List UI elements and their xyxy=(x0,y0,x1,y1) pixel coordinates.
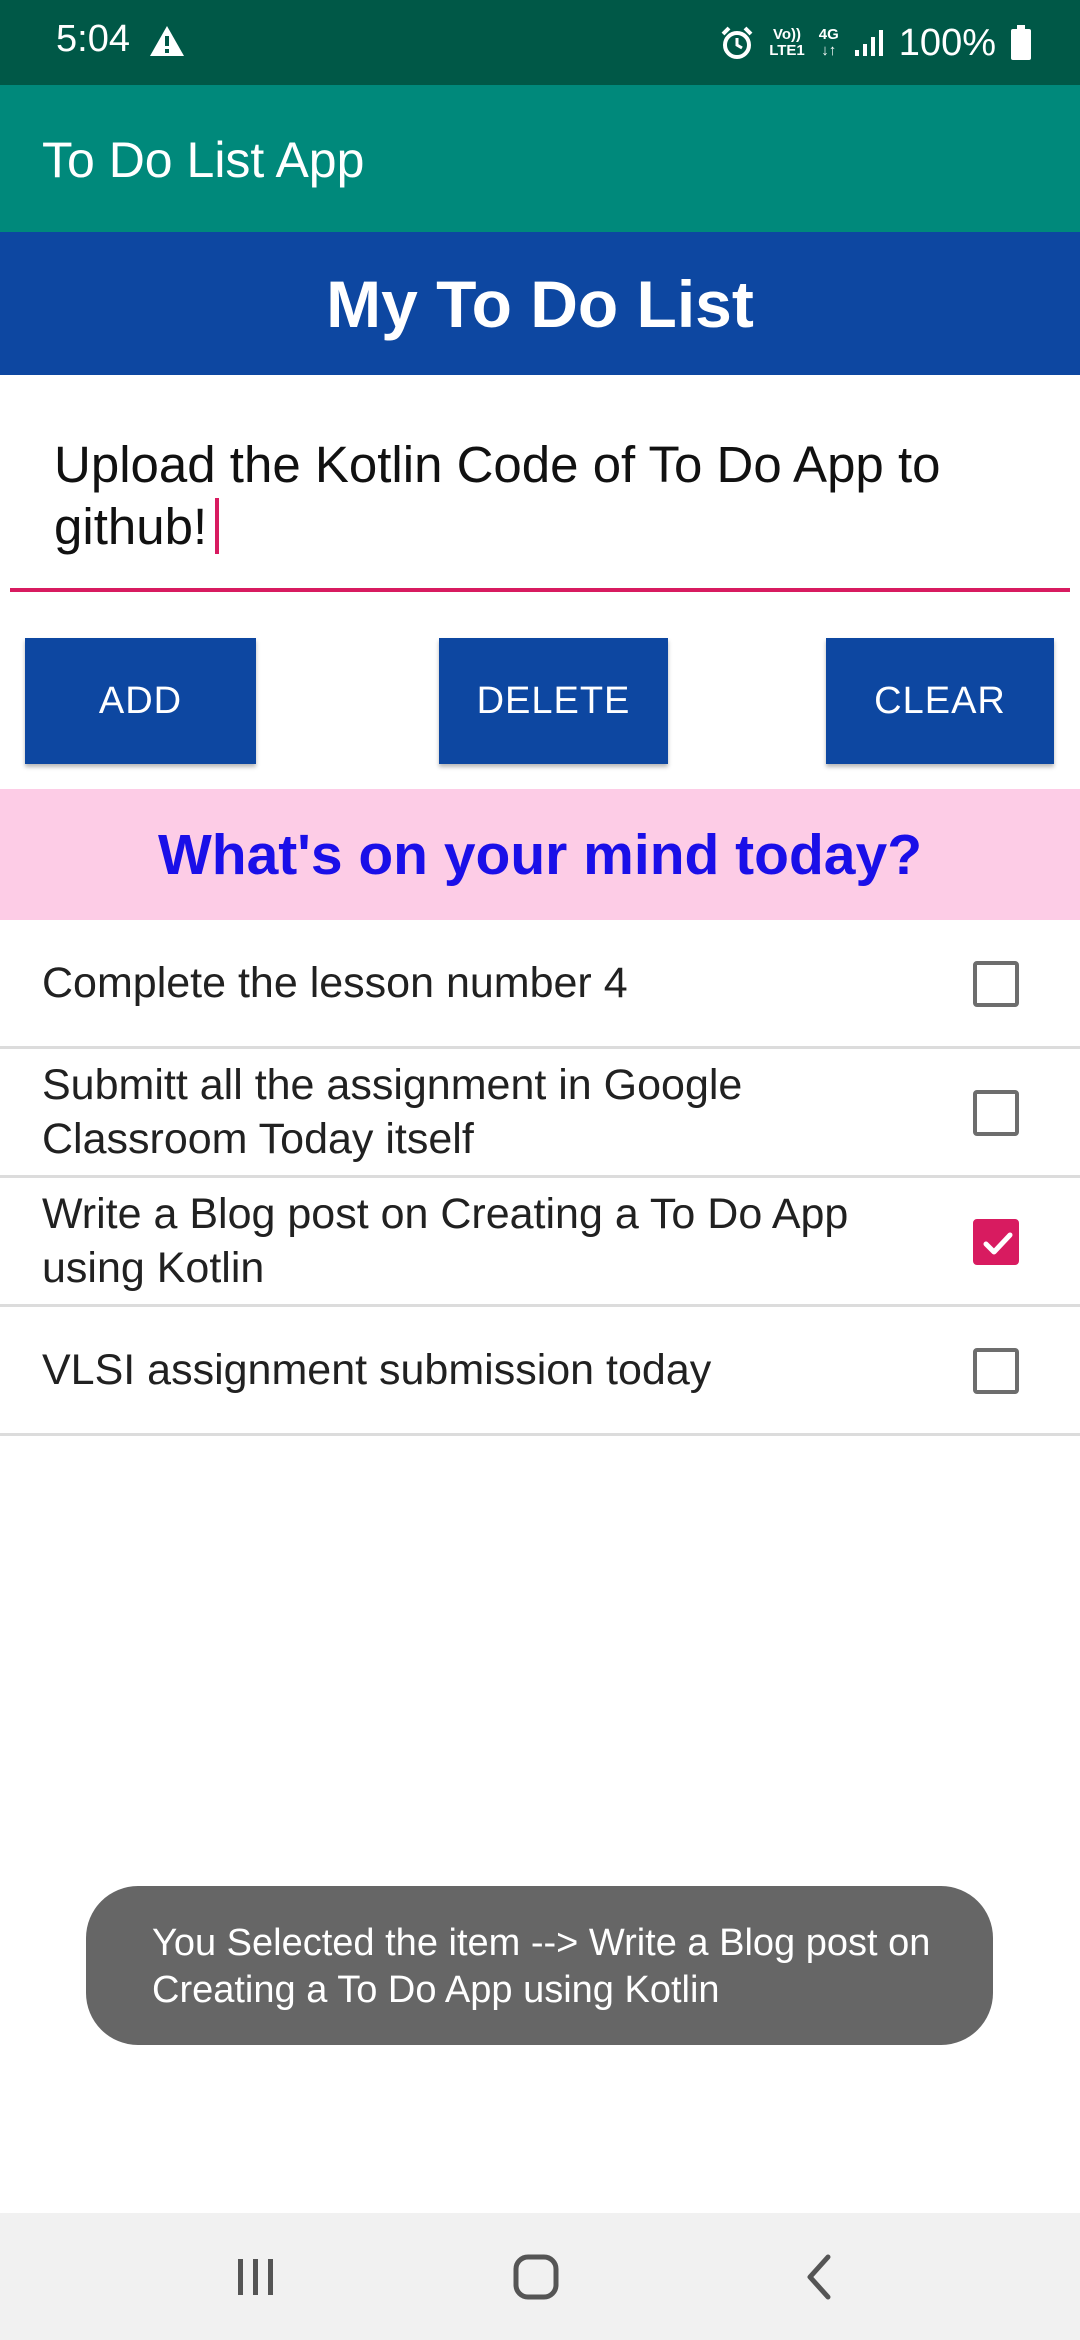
battery-level: 100% xyxy=(898,21,996,64)
list-item[interactable]: VLSI assignment submission today xyxy=(0,1307,1080,1436)
todo-checkbox[interactable] xyxy=(973,1219,1019,1265)
app-title: To Do List App xyxy=(42,132,365,188)
toast-message: You Selected the item --> Write a Blog p… xyxy=(86,1886,993,2045)
prompt-text: What's on your mind today? xyxy=(157,822,923,887)
todo-list: Complete the lesson number 4 Submitt all… xyxy=(0,920,1080,1436)
clear-button[interactable]: CLEAR xyxy=(826,638,1054,764)
battery-icon xyxy=(1010,25,1032,61)
recents-icon[interactable] xyxy=(226,2249,286,2305)
volte-label: Vo)) xyxy=(772,26,802,43)
volte-indicator: Vo)) LTE1 xyxy=(769,27,805,59)
list-title: My To Do List xyxy=(326,266,754,341)
task-input[interactable]: Upload the Kotlin Code of To Do App to g… xyxy=(10,420,1070,592)
text-caret xyxy=(215,498,220,554)
todo-checkbox[interactable] xyxy=(973,961,1019,1007)
warning-icon xyxy=(148,24,186,58)
prompt-banner: What's on your mind today? xyxy=(0,789,1080,920)
todo-text: VLSI assignment submission today xyxy=(42,1346,712,1394)
status-bar: 5:04 Vo)) LTE1 4G ↓↑ 100% xyxy=(0,0,1080,85)
list-item[interactable]: Write a Blog post on Creating a To Do Ap… xyxy=(0,1178,1080,1307)
list-header: My To Do List xyxy=(0,232,1080,375)
list-item[interactable]: Complete the lesson number 4 xyxy=(0,920,1080,1049)
todo-checkbox[interactable] xyxy=(973,1348,1019,1394)
alarm-icon xyxy=(719,25,755,61)
status-icons: Vo)) LTE1 4G ↓↑ 100% xyxy=(719,18,1032,68)
check-icon xyxy=(983,1232,1013,1255)
app-bar: To Do List App xyxy=(0,85,1080,232)
todo-text: Submitt all the assignment in Google Cla… xyxy=(42,1061,743,1163)
navigation-bar xyxy=(0,2213,1080,2340)
add-button[interactable]: ADD xyxy=(25,638,256,764)
lte-label: LTE1 xyxy=(769,42,805,59)
signal-icon xyxy=(853,28,885,58)
todo-text: Write a Blog post on Creating a To Do Ap… xyxy=(42,1190,849,1292)
task-input-value: Upload the Kotlin Code of To Do App to g… xyxy=(54,436,941,555)
status-time: 5:04 xyxy=(56,18,130,60)
home-icon[interactable] xyxy=(506,2249,566,2305)
list-item[interactable]: Submitt all the assignment in Google Cla… xyxy=(0,1049,1080,1178)
delete-button[interactable]: DELETE xyxy=(439,638,668,764)
data-indicator: 4G ↓↑ xyxy=(818,26,839,59)
todo-text: Complete the lesson number 4 xyxy=(42,959,628,1007)
todo-checkbox[interactable] xyxy=(973,1090,1019,1136)
back-icon[interactable] xyxy=(790,2249,850,2305)
data-label: 4G xyxy=(818,26,839,43)
